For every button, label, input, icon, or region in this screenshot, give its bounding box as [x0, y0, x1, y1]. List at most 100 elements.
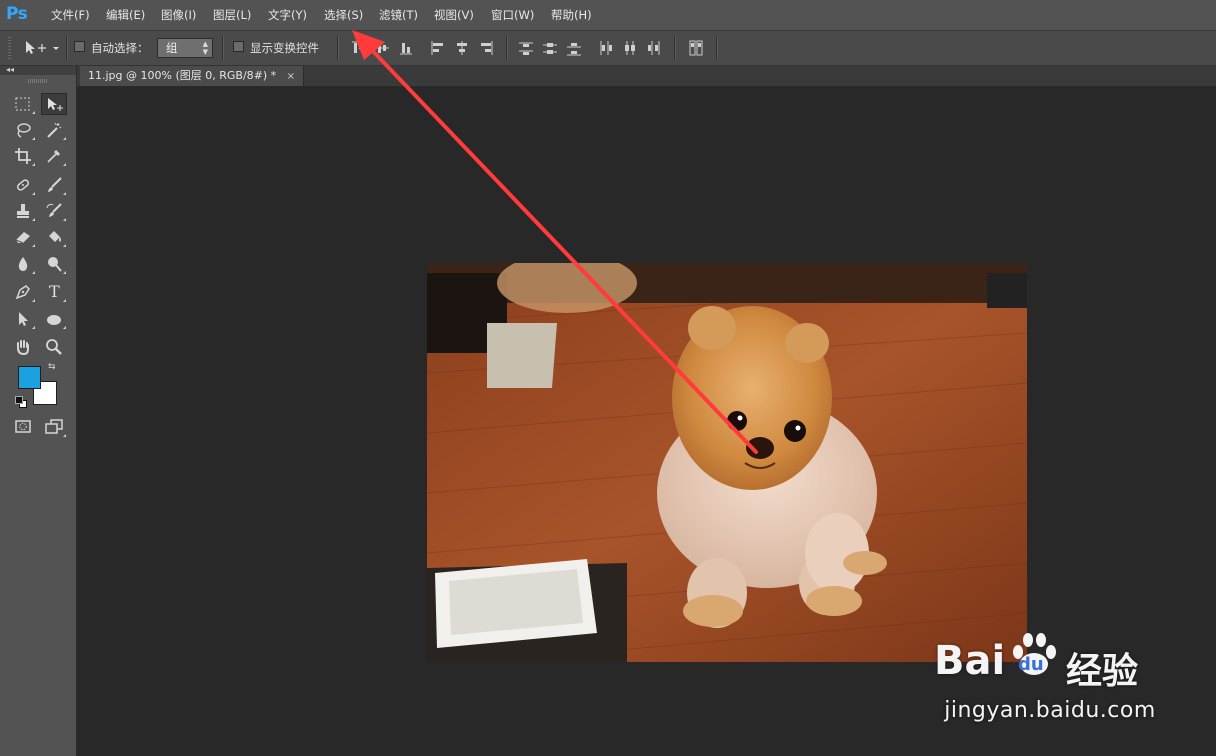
align-top-icon[interactable] [350, 39, 366, 57]
dodge-icon [48, 257, 62, 272]
menu-view[interactable]: 视图(V) [434, 0, 474, 30]
history-brush-icon [46, 203, 62, 217]
document-tab-bar: 11.jpg @ 100% (图层 0, RGB/8#) * × [77, 66, 1216, 87]
menu-layer[interactable]: 图层(L) [213, 0, 251, 30]
eyedropper-icon [47, 149, 61, 163]
screen-mode-icon [45, 419, 63, 434]
eraser-tool[interactable] [10, 226, 36, 248]
distribute-right-icon[interactable] [646, 39, 662, 57]
pomeranian-photo [427, 263, 1027, 662]
menu-type[interactable]: 文字(Y) [268, 0, 307, 30]
tool-preset-picker[interactable] [22, 38, 62, 58]
menu-bar: Ps 文件(F) 编辑(E) 图像(I) 图层(L) 文字(Y) 选择(S) 滤… [0, 0, 1216, 31]
healing-brush-tool[interactable] [10, 174, 36, 196]
distribute-hcenter-icon[interactable] [622, 39, 638, 57]
align-vcenter-icon[interactable] [374, 39, 390, 57]
separator [674, 36, 676, 60]
separator [222, 36, 224, 60]
paint-bucket-icon [49, 231, 61, 242]
tools-panel-grip[interactable] [28, 79, 48, 83]
clone-stamp-tool[interactable] [10, 200, 36, 222]
zoom-tool[interactable] [41, 336, 67, 358]
move-tool[interactable] [41, 93, 67, 115]
lasso-icon [17, 123, 31, 138]
menu-edit[interactable]: 编辑(E) [106, 0, 145, 30]
align-bottom-icon[interactable] [398, 39, 414, 57]
magic-wand-tool[interactable] [41, 119, 67, 141]
collapse-panel-icon[interactable]: ◂◂ [6, 65, 14, 74]
watermark-url: jingyan.baidu.com [944, 698, 1156, 723]
path-select-arrow-icon [19, 312, 28, 326]
path-selection-tool[interactable] [10, 308, 36, 330]
watermark-brand-cn: 经验 [1066, 651, 1139, 692]
menu-filter[interactable]: 滤镜(T) [379, 0, 418, 30]
ellipse-icon [47, 315, 61, 325]
foreground-color-swatch[interactable] [18, 366, 41, 389]
show-transform-checkbox[interactable] [233, 41, 244, 52]
auto-select-label: 自动选择： [91, 41, 149, 55]
menu-image[interactable]: 图像(I) [161, 0, 196, 30]
options-bar: 自动选择： 组 ▲ ▼ 显示变换控件 [0, 31, 1216, 66]
crop-icon [15, 148, 31, 164]
ellipse-tool[interactable] [41, 308, 67, 330]
menu-help[interactable]: 帮助(H) [551, 0, 592, 30]
brush-tool[interactable] [41, 174, 67, 196]
marquee-tool[interactable] [10, 93, 36, 115]
photoshop-logo: Ps [6, 4, 28, 24]
brush-icon [48, 177, 62, 192]
auto-select-value: 组 [166, 41, 178, 55]
show-transform-label: 显示变换控件 [250, 41, 319, 55]
align-left-icon[interactable] [430, 39, 446, 57]
watermark-brand-latin: Bai [934, 638, 1006, 684]
auto-select-dropdown[interactable]: 组 ▲ ▼ [157, 38, 213, 58]
distribute-vcenter-icon[interactable] [542, 39, 558, 57]
history-brush-tool[interactable] [41, 200, 67, 222]
stamp-icon [17, 204, 29, 218]
hand-tool[interactable] [10, 336, 36, 358]
default-colors-icon[interactable] [15, 396, 27, 408]
align-hcenter-icon[interactable] [454, 39, 470, 57]
tools-panel-header: ◂◂ [0, 65, 76, 75]
pen-icon [15, 285, 30, 300]
bandage-icon [16, 179, 30, 191]
document-tab[interactable]: 11.jpg @ 100% (图层 0, RGB/8#) * × [80, 66, 305, 87]
pen-tool[interactable] [10, 281, 36, 303]
distribute-left-icon[interactable] [598, 39, 614, 57]
separator [337, 36, 339, 60]
crop-tool[interactable] [10, 145, 36, 167]
move-tool-icon [26, 41, 59, 54]
type-tool[interactable]: T [41, 281, 67, 303]
distribute-bottom-icon[interactable] [566, 39, 582, 57]
separator [506, 36, 508, 60]
magnifier-icon [46, 339, 62, 355]
options-bar-grip[interactable] [8, 37, 11, 59]
type-tool-glyph: T [49, 282, 60, 301]
hand-icon [17, 340, 29, 356]
baidu-jingyan-watermark: Bai du 经验 jingyan.baidu.com [930, 620, 1210, 730]
paint-bucket-tool[interactable] [41, 226, 67, 248]
close-tab-icon[interactable]: × [287, 67, 295, 87]
document-tab-title: 11.jpg @ 100% (图层 0, RGB/8#) * [88, 69, 277, 82]
auto-align-layers-icon[interactable] [688, 39, 704, 57]
document-image[interactable] [427, 263, 1027, 662]
screen-mode-button[interactable] [41, 416, 67, 438]
quick-mask-icon [15, 420, 31, 433]
eraser-icon [15, 232, 30, 244]
menu-select[interactable]: 选择(S) [324, 0, 363, 30]
swap-colors-icon[interactable]: ⇆ [48, 362, 56, 372]
watermark-brand-du: du [1018, 654, 1044, 675]
menu-window[interactable]: 窗口(W) [491, 0, 534, 30]
distribute-top-icon[interactable] [518, 39, 534, 57]
quick-mask-button[interactable] [10, 416, 36, 438]
dodge-tool[interactable] [41, 253, 67, 275]
tools-panel: ◂◂ T ⇆ [0, 65, 77, 756]
align-right-icon[interactable] [478, 39, 494, 57]
blur-tool[interactable] [10, 253, 36, 275]
menu-file[interactable]: 文件(F) [51, 0, 90, 30]
magic-wand-icon [47, 122, 62, 138]
eyedropper-tool[interactable] [41, 145, 67, 167]
move-icon [48, 98, 63, 111]
droplet-icon [18, 257, 28, 271]
auto-select-checkbox[interactable] [74, 41, 85, 52]
lasso-tool[interactable] [10, 119, 36, 141]
